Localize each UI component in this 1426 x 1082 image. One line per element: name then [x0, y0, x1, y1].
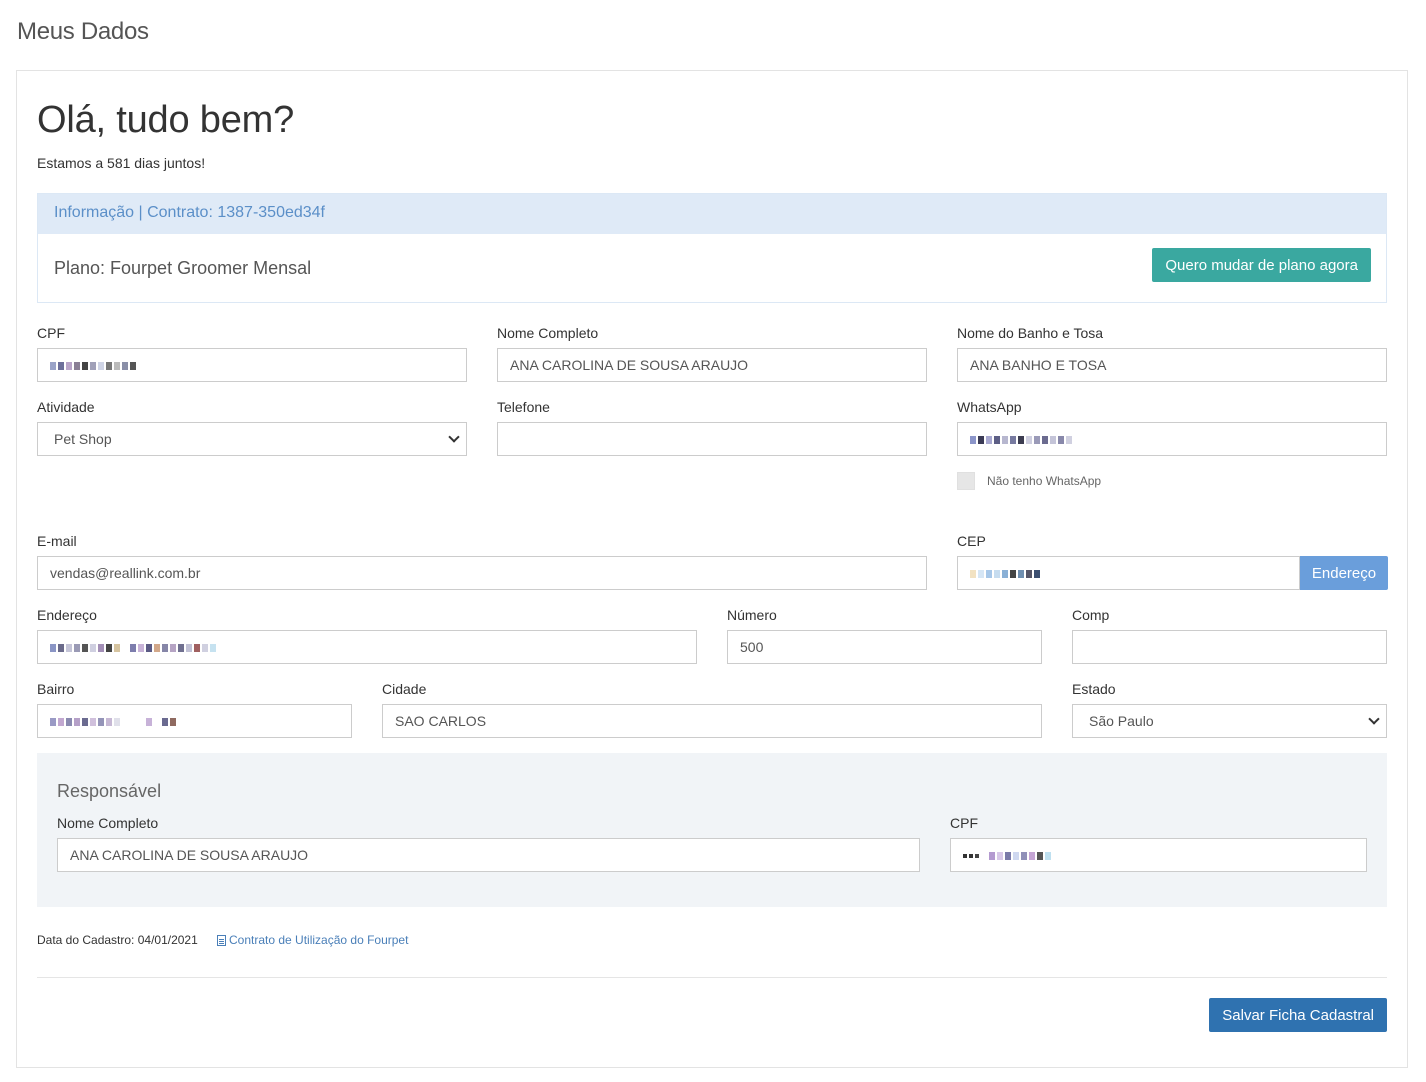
responsavel-panel: Responsável Nome Completo ANA CAROLINA D…: [37, 753, 1387, 907]
nome-banho-tosa-label: Nome do Banho e Tosa: [957, 325, 1104, 341]
masked-value: [50, 362, 136, 371]
comp-label: Comp: [1072, 607, 1110, 623]
contract-info-panel: Informação | Contrato: 1387-350ed34f Pla…: [37, 193, 1387, 303]
email-label: E-mail: [37, 533, 77, 549]
endereco-input[interactable]: [37, 630, 697, 664]
responsavel-cpf-label: CPF: [950, 815, 978, 831]
chevron-down-icon: [1368, 713, 1380, 725]
atividade-label: Atividade: [37, 399, 95, 415]
responsavel-nome-input[interactable]: ANA CAROLINA DE SOUSA ARAUJO: [57, 838, 920, 872]
estado-label: Estado: [1072, 681, 1116, 697]
plan-name: Plano: Fourpet Groomer Mensal: [54, 258, 312, 278]
cep-input[interactable]: [957, 556, 1300, 590]
whatsapp-label: WhatsApp: [957, 399, 1022, 415]
cpf-input[interactable]: [37, 348, 467, 382]
responsavel-nome-label: Nome Completo: [57, 815, 159, 831]
masked-value: [50, 644, 216, 653]
change-plan-button[interactable]: Quero mudar de plano agora: [1152, 248, 1371, 282]
numero-label: Número: [727, 607, 777, 623]
nome-banho-tosa-input[interactable]: ANA BANHO E TOSA: [957, 348, 1387, 382]
page-title: Meus Dados: [17, 18, 149, 45]
cidade-label: Cidade: [382, 681, 427, 697]
bairro-input[interactable]: [37, 704, 352, 738]
estado-select[interactable]: São Paulo: [1072, 704, 1387, 738]
masked-value: [963, 852, 1051, 861]
endereco-lookup-button[interactable]: Endereço: [1300, 556, 1388, 590]
masked-value: [970, 436, 1072, 445]
profile-card: Olá, tudo bem? Estamos a 581 dias juntos…: [16, 70, 1408, 1068]
responsavel-cpf-input[interactable]: [950, 838, 1367, 872]
greeting-title: Olá, tudo bem?: [37, 99, 295, 141]
nao-whatsapp-label: Não tenho WhatsApp: [987, 474, 1102, 488]
nao-whatsapp-checkbox[interactable]: [957, 472, 975, 490]
cep-label: CEP: [957, 533, 986, 549]
estado-selected-value: São Paulo: [1089, 713, 1154, 729]
whatsapp-input[interactable]: [957, 422, 1387, 456]
contract-info-heading: Informação | Contrato: 1387-350ed34f: [38, 194, 1386, 234]
telefone-label: Telefone: [497, 399, 550, 415]
masked-value: [970, 570, 1040, 579]
masked-value: [50, 718, 176, 727]
atividade-selected-value: Pet Shop: [54, 431, 112, 447]
atividade-select[interactable]: Pet Shop: [37, 422, 467, 456]
days-together-text: Estamos a 581 dias juntos!: [37, 155, 206, 171]
nome-completo-input[interactable]: ANA CAROLINA DE SOUSA ARAUJO: [497, 348, 927, 382]
contract-link[interactable]: Contrato de Utilização do Fourpet: [217, 933, 408, 947]
footer-divider: [37, 977, 1387, 978]
telefone-input[interactable]: [497, 422, 927, 456]
numero-input[interactable]: 500: [727, 630, 1042, 664]
email-input[interactable]: vendas@reallink.com.br: [37, 556, 927, 590]
nome-completo-label: Nome Completo: [497, 325, 599, 341]
responsavel-title: Responsável: [57, 781, 162, 801]
document-icon: [217, 934, 226, 946]
bairro-label: Bairro: [37, 681, 75, 697]
endereco-label: Endereço: [37, 607, 97, 623]
registration-date: Data do Cadastro: 04/01/2021: [37, 933, 198, 947]
chevron-down-icon: [448, 431, 460, 443]
cidade-input[interactable]: SAO CARLOS: [382, 704, 1042, 738]
save-button[interactable]: Salvar Ficha Cadastral: [1209, 998, 1387, 1032]
cpf-label: CPF: [37, 325, 65, 341]
contract-info-body: Plano: Fourpet Groomer Mensal Quero muda…: [38, 234, 1386, 302]
contract-link-label: Contrato de Utilização do Fourpet: [229, 933, 409, 947]
comp-input[interactable]: [1072, 630, 1387, 664]
